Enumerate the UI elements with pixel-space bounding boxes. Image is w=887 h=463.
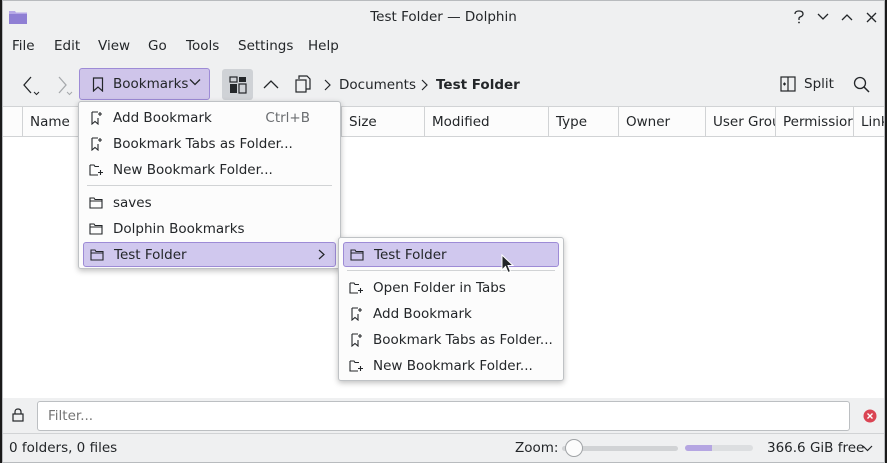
- column-type[interactable]: Type: [548, 107, 618, 137]
- back-button[interactable]: [17, 72, 43, 98]
- submenu-open-in-tabs-label: Open Folder in Tabs: [373, 279, 506, 296]
- close-icon[interactable]: [862, 8, 880, 26]
- bookmark-icon: [92, 76, 104, 92]
- view-mode-button[interactable]: [222, 69, 253, 100]
- bookmark-tabs-icon: [349, 332, 363, 347]
- copy-location-button[interactable]: [291, 72, 315, 96]
- submenu-open-in-tabs[interactable]: Open Folder in Tabs: [343, 275, 559, 300]
- forward-arrow-icon: [58, 76, 73, 96]
- add-bookmark-icon: [89, 110, 103, 125]
- bookmark-test-folder[interactable]: Test Folder: [83, 242, 336, 267]
- chevron-down-icon: [189, 79, 201, 86]
- folder-icon: [350, 248, 364, 262]
- test-folder-submenu: Test Folder Open Folder in Tabs Add Book…: [338, 237, 564, 381]
- breadcrumb-separator-icon: [324, 79, 331, 91]
- folder-icon: [90, 248, 104, 262]
- bookmark-test-folder-label: Test Folder: [114, 246, 187, 263]
- add-bookmark-icon: [349, 306, 363, 321]
- free-space-fill: [685, 445, 713, 451]
- menu-bar: File Edit View Go Tools Settings Help: [3, 33, 884, 59]
- menu-add-bookmark-label: Add Bookmark: [113, 109, 212, 126]
- menu-tools[interactable]: Tools: [186, 38, 219, 54]
- breadcrumb-documents[interactable]: Documents: [339, 77, 416, 93]
- free-space-bar: [685, 445, 753, 451]
- submenu-bookmark-tabs[interactable]: Bookmark Tabs as Folder...: [343, 327, 559, 352]
- bookmark-saves[interactable]: saves: [83, 190, 336, 215]
- clear-filter-icon[interactable]: [863, 409, 877, 423]
- new-folder-icon: [89, 163, 103, 177]
- filter-input[interactable]: [37, 401, 850, 431]
- column-owner[interactable]: Owner: [618, 107, 705, 137]
- bookmarks-menu: Add Bookmark Ctrl+B Bookmark Tabs as Fol…: [78, 101, 341, 269]
- folder-icon: [89, 196, 103, 210]
- search-button[interactable]: [849, 72, 873, 96]
- filter-bar: [3, 399, 884, 433]
- menu-separator: [87, 185, 332, 186]
- column-link[interactable]: Link: [853, 107, 884, 137]
- add-bookmark-shortcut: Ctrl+B: [265, 109, 310, 126]
- menu-file[interactable]: File: [12, 38, 35, 54]
- minimize-icon[interactable]: [814, 8, 832, 26]
- free-space-label: 366.6 GiB free: [767, 440, 865, 456]
- bookmarks-label: Bookmarks: [113, 76, 189, 92]
- search-icon: [853, 76, 870, 93]
- up-button[interactable]: [259, 72, 283, 96]
- back-arrow-icon: [23, 76, 40, 96]
- submenu-open-folder[interactable]: Test Folder: [343, 242, 559, 267]
- menu-edit[interactable]: Edit: [54, 38, 80, 54]
- open-in-tabs-icon: [349, 281, 363, 295]
- menu-go[interactable]: Go: [148, 38, 167, 54]
- new-folder-icon: [349, 359, 363, 373]
- column-user-group[interactable]: User Grou: [705, 107, 775, 137]
- submenu-new-bookmark-folder-label: New Bookmark Folder...: [373, 357, 533, 374]
- lock-icon[interactable]: [12, 408, 24, 422]
- split-view-icon: [780, 76, 796, 92]
- zoom-slider-handle[interactable]: [565, 439, 583, 457]
- mouse-cursor-icon: [501, 254, 514, 274]
- menu-new-bookmark-folder[interactable]: New Bookmark Folder...: [83, 157, 336, 182]
- help-icon[interactable]: [790, 8, 808, 26]
- bookmark-dolphin-bookmarks[interactable]: Dolphin Bookmarks: [83, 216, 336, 241]
- main-toolbar: Bookmarks Documents Test Folder Split: [3, 63, 884, 105]
- maximize-icon[interactable]: [838, 8, 856, 26]
- menu-add-bookmark[interactable]: Add Bookmark Ctrl+B: [83, 105, 336, 130]
- menu-bookmark-tabs[interactable]: Bookmark Tabs as Folder...: [83, 131, 336, 156]
- column-modified[interactable]: Modified: [424, 107, 548, 137]
- submenu-open-folder-label: Test Folder: [374, 246, 447, 263]
- split-button[interactable]: Split: [780, 70, 840, 98]
- menu-settings[interactable]: Settings: [238, 38, 293, 54]
- column-size[interactable]: Size: [341, 107, 424, 137]
- bookmark-saves-label: saves: [113, 194, 152, 211]
- column-permissions[interactable]: Permissior: [775, 107, 853, 137]
- chevron-up-icon: [263, 80, 279, 89]
- split-label: Split: [804, 76, 834, 92]
- menu-separator: [347, 270, 555, 271]
- item-count: 0 folders, 0 files: [9, 440, 118, 456]
- forward-button[interactable]: [49, 72, 75, 98]
- chevron-right-icon: [318, 249, 325, 260]
- menu-view[interactable]: View: [98, 38, 130, 54]
- status-bar: 0 folders, 0 files Zoom: 366.6 GiB free: [3, 433, 884, 462]
- breadcrumb-separator-icon: [421, 79, 428, 91]
- menu-bookmark-tabs-label: Bookmark Tabs as Folder...: [113, 135, 293, 152]
- bookmark-tabs-icon: [89, 136, 103, 151]
- menu-help[interactable]: Help: [308, 38, 339, 54]
- zoom-label: Zoom:: [515, 440, 559, 456]
- view-mode-icon: [228, 75, 247, 94]
- bookmarks-button[interactable]: Bookmarks: [79, 68, 210, 100]
- menu-new-bookmark-folder-label: New Bookmark Folder...: [113, 161, 273, 178]
- submenu-add-bookmark-label: Add Bookmark: [373, 305, 472, 322]
- window-title: Test Folder — Dolphin: [370, 9, 517, 25]
- submenu-new-bookmark-folder[interactable]: New Bookmark Folder...: [343, 353, 559, 378]
- bookmark-dolphin-bookmarks-label: Dolphin Bookmarks: [113, 220, 245, 237]
- submenu-add-bookmark[interactable]: Add Bookmark: [343, 301, 559, 326]
- copy-location-icon: [295, 75, 311, 93]
- breadcrumb-test-folder[interactable]: Test Folder: [436, 77, 520, 93]
- submenu-bookmark-tabs-label: Bookmark Tabs as Folder...: [373, 331, 553, 348]
- chevron-down-icon[interactable]: [862, 445, 873, 452]
- title-bar[interactable]: Test Folder — Dolphin: [3, 1, 884, 33]
- folder-icon: [89, 222, 103, 236]
